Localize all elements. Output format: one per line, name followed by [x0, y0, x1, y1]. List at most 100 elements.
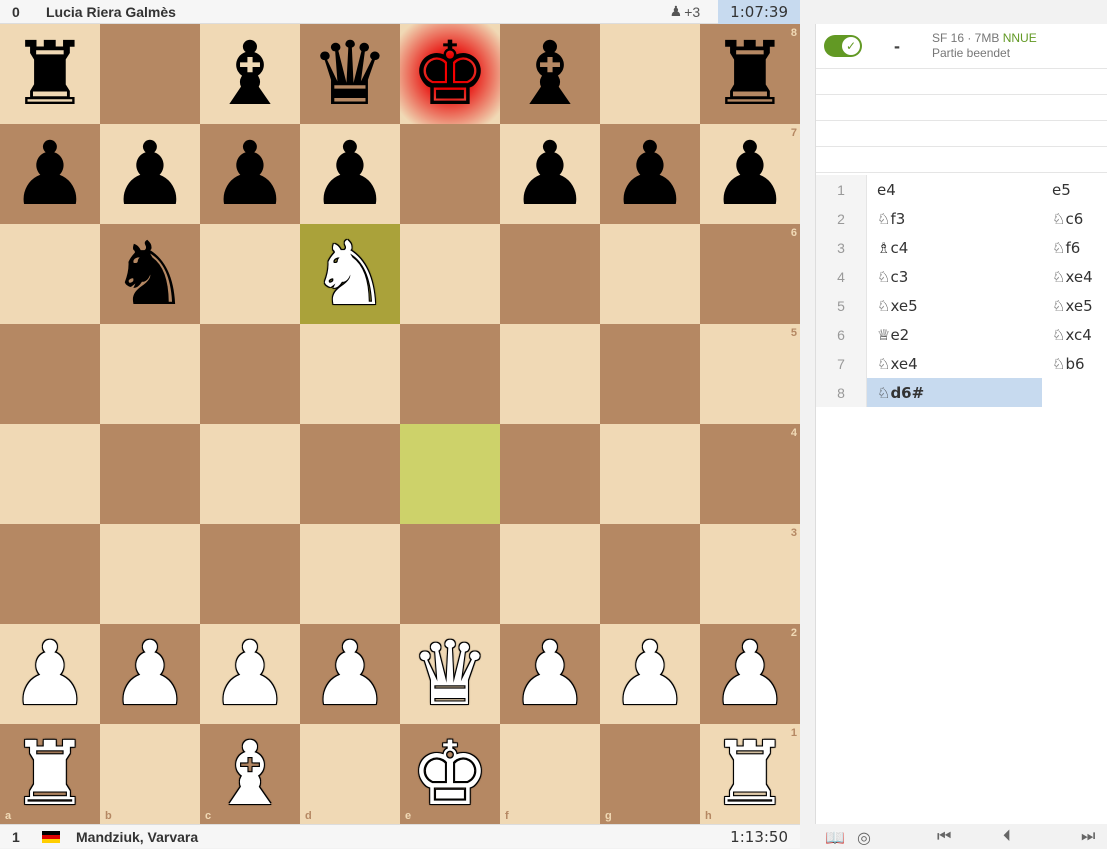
black-move[interactable]: ♘c6 [1042, 204, 1107, 233]
square-e4[interactable] [400, 424, 500, 524]
square-f7[interactable]: ♟ [500, 124, 600, 224]
square-c3[interactable] [200, 524, 300, 624]
black-bishop-icon[interactable]: ♝ [511, 30, 590, 118]
white-pawn-icon[interactable]: ♟ [511, 630, 590, 718]
square-h4[interactable]: 4 [700, 424, 800, 524]
square-f1[interactable]: f [500, 724, 600, 824]
square-d7[interactable]: ♟ [300, 124, 400, 224]
square-b2[interactable]: ♟ [100, 624, 200, 724]
white-king-icon[interactable]: ♚ [411, 730, 490, 818]
square-b8[interactable] [100, 24, 200, 124]
square-f3[interactable] [500, 524, 600, 624]
square-f4[interactable] [500, 424, 600, 524]
square-f8[interactable]: ♝ [500, 24, 600, 124]
square-g7[interactable]: ♟ [600, 124, 700, 224]
square-g2[interactable]: ♟ [600, 624, 700, 724]
white-move[interactable]: ♘xe4 [867, 349, 1042, 378]
black-move[interactable]: ♘xc4 [1042, 320, 1107, 349]
square-c5[interactable] [200, 324, 300, 424]
square-c6[interactable] [200, 224, 300, 324]
white-pawn-icon[interactable]: ♟ [11, 630, 90, 718]
pv-line[interactable] [816, 147, 1107, 173]
engine-toggle[interactable]: ✓ [824, 35, 862, 57]
prev-move-icon[interactable]: ⏴ [1003, 828, 1011, 846]
black-move[interactable]: ♘f6 [1042, 233, 1107, 262]
pv-line[interactable] [816, 95, 1107, 121]
square-g3[interactable] [600, 524, 700, 624]
white-rook-icon[interactable]: ♜ [11, 730, 90, 818]
square-e6[interactable] [400, 224, 500, 324]
square-a2[interactable]: ♟ [0, 624, 100, 724]
radar-icon[interactable]: ◎ [857, 828, 871, 848]
bottom-player-name[interactable]: Mandziuk, Varvara [60, 829, 198, 845]
square-h6[interactable]: 6 [700, 224, 800, 324]
white-move[interactable]: ♘d6# [867, 378, 1042, 407]
black-knight-icon[interactable]: ♞ [111, 230, 190, 318]
white-move[interactable]: e4 [867, 175, 1042, 204]
square-c2[interactable]: ♟ [200, 624, 300, 724]
black-move[interactable]: ♘xe5 [1042, 291, 1107, 320]
square-d3[interactable] [300, 524, 400, 624]
square-h5[interactable]: 5 [700, 324, 800, 424]
book-icon[interactable]: 📖 [825, 828, 845, 848]
square-b1[interactable]: b [100, 724, 200, 824]
square-a8[interactable]: ♜ [0, 24, 100, 124]
square-g8[interactable] [600, 24, 700, 124]
black-pawn-icon[interactable]: ♟ [611, 130, 690, 218]
square-h3[interactable]: 3 [700, 524, 800, 624]
square-a1[interactable]: ♜ a [0, 724, 100, 824]
square-g5[interactable] [600, 324, 700, 424]
black-pawn-icon[interactable]: ♟ [511, 130, 590, 218]
white-pawn-icon[interactable]: ♟ [711, 630, 790, 718]
white-move[interactable]: ♕e2 [867, 320, 1042, 349]
square-a5[interactable] [0, 324, 100, 424]
square-d5[interactable] [300, 324, 400, 424]
square-b5[interactable] [100, 324, 200, 424]
square-e8[interactable]: ♚ [400, 24, 500, 124]
square-f5[interactable] [500, 324, 600, 424]
square-e3[interactable] [400, 524, 500, 624]
white-pawn-icon[interactable]: ♟ [211, 630, 290, 718]
square-g6[interactable] [600, 224, 700, 324]
black-king-icon[interactable]: ♚ [411, 30, 490, 118]
white-bishop-icon[interactable]: ♝ [211, 730, 290, 818]
square-b4[interactable] [100, 424, 200, 524]
square-h7[interactable]: ♟ 7 [700, 124, 800, 224]
square-d1[interactable]: d [300, 724, 400, 824]
white-move[interactable]: ♘f3 [867, 204, 1042, 233]
square-b3[interactable] [100, 524, 200, 624]
square-g4[interactable] [600, 424, 700, 524]
black-move[interactable]: ♘b6 [1042, 349, 1107, 378]
square-e2[interactable]: ♛ [400, 624, 500, 724]
square-a6[interactable] [0, 224, 100, 324]
square-c1[interactable]: ♝ c [200, 724, 300, 824]
square-d6[interactable]: ♞ [300, 224, 400, 324]
square-c8[interactable]: ♝ [200, 24, 300, 124]
next-move-icon[interactable]: ⏭ [1081, 828, 1095, 846]
black-rook-icon[interactable]: ♜ [11, 30, 90, 118]
black-pawn-icon[interactable]: ♟ [311, 130, 390, 218]
white-pawn-icon[interactable]: ♟ [311, 630, 390, 718]
square-h1[interactable]: ♜ 1 h [700, 724, 800, 824]
black-pawn-icon[interactable]: ♟ [711, 130, 790, 218]
square-h2[interactable]: ♟ 2 [700, 624, 800, 724]
square-e1[interactable]: ♚ e [400, 724, 500, 824]
square-a4[interactable] [0, 424, 100, 524]
white-move[interactable]: ♘c3 [867, 262, 1042, 291]
square-d2[interactable]: ♟ [300, 624, 400, 724]
square-f2[interactable]: ♟ [500, 624, 600, 724]
square-f6[interactable] [500, 224, 600, 324]
black-bishop-icon[interactable]: ♝ [211, 30, 290, 118]
top-player-name[interactable]: Lucia Riera Galmès [30, 4, 176, 20]
square-a3[interactable] [0, 524, 100, 624]
white-knight-icon[interactable]: ♞ [311, 230, 390, 318]
white-queen-icon[interactable]: ♛ [411, 630, 490, 718]
white-rook-icon[interactable]: ♜ [711, 730, 790, 818]
square-h8[interactable]: ♜ 8 [700, 24, 800, 124]
black-pawn-icon[interactable]: ♟ [211, 130, 290, 218]
square-a7[interactable]: ♟ [0, 124, 100, 224]
white-move[interactable]: ♘xe5 [867, 291, 1042, 320]
square-e5[interactable] [400, 324, 500, 424]
square-c4[interactable] [200, 424, 300, 524]
square-e7[interactable] [400, 124, 500, 224]
